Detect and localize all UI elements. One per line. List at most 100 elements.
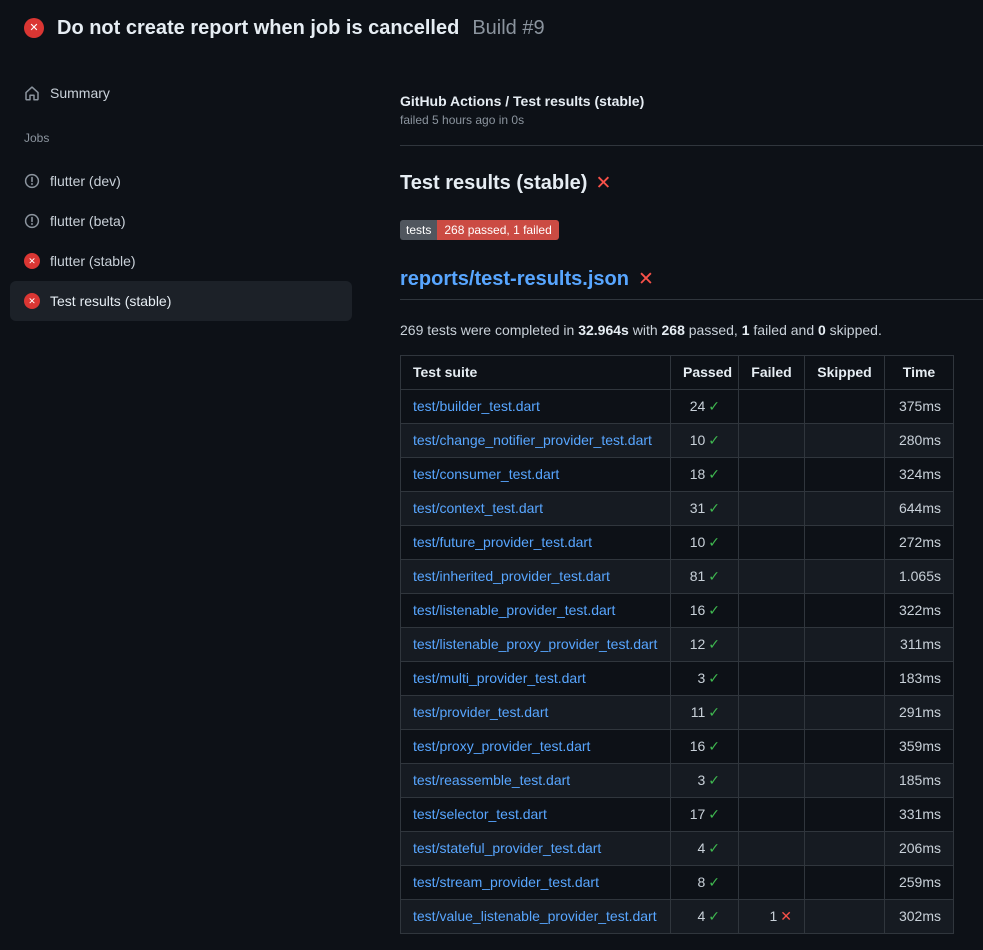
check-icon: ✓ xyxy=(708,500,720,516)
suite-link[interactable]: test/value_listenable_provider_test.dart xyxy=(413,908,657,924)
passed-cell: 4✓ xyxy=(671,832,739,866)
suite-link[interactable]: test/reassemble_test.dart xyxy=(413,772,570,788)
check-icon: ✓ xyxy=(708,840,720,856)
skipped-cell xyxy=(805,390,885,424)
time-value: 1.065s xyxy=(899,568,941,584)
report-link[interactable]: reports/test-results.json xyxy=(400,268,629,291)
layout: Summary Jobs flutter (dev) flutter (beta… xyxy=(0,56,983,934)
passed-count: 8 xyxy=(697,874,705,890)
fail-x-icon: ✕ xyxy=(638,270,654,289)
tests-badge: tests268 passed, 1 failed xyxy=(400,220,559,240)
passed-count: 10 xyxy=(690,534,706,550)
sidebar-item-flutter-stable[interactable]: ✕ flutter (stable) xyxy=(10,241,352,281)
check-icon: ✓ xyxy=(708,568,720,584)
sidebar-item-label: flutter (stable) xyxy=(50,253,136,269)
failed-cell: ✕ xyxy=(739,696,805,730)
suite-link[interactable]: test/proxy_provider_test.dart xyxy=(413,738,590,754)
skipped-cell xyxy=(805,492,885,526)
summary-text: passed, xyxy=(685,322,742,338)
suite-link[interactable]: test/inherited_provider_test.dart xyxy=(413,568,610,584)
passed-cell: 18✓ xyxy=(671,458,739,492)
suite-cell: test/proxy_provider_test.dart xyxy=(401,730,671,764)
run-header: ✕ Do not create report when job is cance… xyxy=(0,0,983,56)
failed-cell: ✕ xyxy=(739,424,805,458)
table-row: test/future_provider_test.dart 10✓ ✕ 272… xyxy=(401,526,954,560)
passed-count: 18 xyxy=(690,466,706,482)
suite-link[interactable]: test/future_provider_test.dart xyxy=(413,534,592,550)
failed-cell: ✕ xyxy=(739,560,805,594)
suite-link[interactable]: test/multi_provider_test.dart xyxy=(413,670,586,686)
passed-count: 4 xyxy=(697,840,705,856)
passed-cell: 81✓ xyxy=(671,560,739,594)
time-value: 206ms xyxy=(899,840,941,856)
suite-link[interactable]: test/context_test.dart xyxy=(413,500,543,516)
sidebar-item-test-results-stable[interactable]: ✕ Test results (stable) xyxy=(10,281,352,321)
table-row: test/inherited_provider_test.dart 81✓ ✕ … xyxy=(401,560,954,594)
time-cell: 259ms xyxy=(885,866,954,900)
suite-cell: test/inherited_provider_test.dart xyxy=(401,560,671,594)
failed-cell: ✕ xyxy=(739,730,805,764)
summary-skipped: 0 xyxy=(818,322,826,338)
x-circle-icon: ✕ xyxy=(24,253,40,269)
results-table: Test suite Passed Failed Skipped Time te… xyxy=(400,355,954,934)
passed-count: 3 xyxy=(697,670,705,686)
time-cell: 302ms xyxy=(885,900,954,934)
skipped-cell xyxy=(805,594,885,628)
passed-count: 3 xyxy=(697,772,705,788)
sidebar-item-flutter-beta[interactable]: flutter (beta) xyxy=(10,201,352,241)
suite-cell: test/reassemble_test.dart xyxy=(401,764,671,798)
suite-cell: test/multi_provider_test.dart xyxy=(401,662,671,696)
sidebar-item-summary[interactable]: Summary xyxy=(10,73,352,113)
suite-link[interactable]: test/selector_test.dart xyxy=(413,806,547,822)
summary-failed: 1 xyxy=(742,322,750,338)
failed-cell: ✕ xyxy=(739,628,805,662)
sidebar-item-label: flutter (dev) xyxy=(50,173,121,189)
table-row: test/proxy_provider_test.dart 16✓ ✕ 359m… xyxy=(401,730,954,764)
suite-link[interactable]: test/listenable_proxy_provider_test.dart xyxy=(413,636,657,652)
sidebar-item-flutter-dev[interactable]: flutter (dev) xyxy=(10,161,352,201)
failed-cell: ✕ xyxy=(739,492,805,526)
skipped-cell xyxy=(805,730,885,764)
passed-count: 10 xyxy=(690,432,706,448)
time-value: 322ms xyxy=(899,602,941,618)
summary-text: failed and xyxy=(750,322,819,338)
home-icon xyxy=(24,85,40,101)
suite-cell: test/context_test.dart xyxy=(401,492,671,526)
suite-link[interactable]: test/builder_test.dart xyxy=(413,398,540,414)
table-row: test/context_test.dart 31✓ ✕ 644ms xyxy=(401,492,954,526)
check-icon: ✓ xyxy=(708,636,720,652)
table-row: test/change_notifier_provider_test.dart … xyxy=(401,424,954,458)
suite-link[interactable]: test/stream_provider_test.dart xyxy=(413,874,599,890)
summary-text: 269 tests were completed in xyxy=(400,322,578,338)
skipped-cell xyxy=(805,764,885,798)
table-row: test/reassemble_test.dart 3✓ ✕ 185ms xyxy=(401,764,954,798)
suite-link[interactable]: test/stateful_provider_test.dart xyxy=(413,840,601,856)
time-cell: 185ms xyxy=(885,764,954,798)
skipped-cell xyxy=(805,526,885,560)
time-cell: 324ms xyxy=(885,458,954,492)
section-title-text: Test results (stable) xyxy=(400,172,587,195)
suite-cell: test/consumer_test.dart xyxy=(401,458,671,492)
time-cell: 322ms xyxy=(885,594,954,628)
failed-count: 1 xyxy=(769,908,777,924)
suite-link[interactable]: test/consumer_test.dart xyxy=(413,466,559,482)
failed-cell: ✕ xyxy=(739,662,805,696)
suite-link[interactable]: test/change_notifier_provider_test.dart xyxy=(413,432,652,448)
suite-link[interactable]: test/listenable_provider_test.dart xyxy=(413,602,615,618)
skipped-cell xyxy=(805,458,885,492)
time-cell: 206ms xyxy=(885,832,954,866)
check-icon: ✓ xyxy=(708,466,720,482)
check-icon: ✓ xyxy=(708,806,720,822)
check-icon: ✓ xyxy=(708,398,720,414)
failed-cell: ✕ xyxy=(739,798,805,832)
suite-link[interactable]: test/provider_test.dart xyxy=(413,704,548,720)
build-number: Build #9 xyxy=(472,17,544,40)
neutral-status-icon xyxy=(24,173,40,189)
sidebar-item-label: flutter (beta) xyxy=(50,213,125,229)
failed-cell: ✕ xyxy=(739,526,805,560)
passed-cell: 17✓ xyxy=(671,798,739,832)
table-row: test/provider_test.dart 11✓ ✕ 291ms xyxy=(401,696,954,730)
passed-cell: 10✓ xyxy=(671,526,739,560)
skipped-cell xyxy=(805,662,885,696)
passed-cell: 10✓ xyxy=(671,424,739,458)
